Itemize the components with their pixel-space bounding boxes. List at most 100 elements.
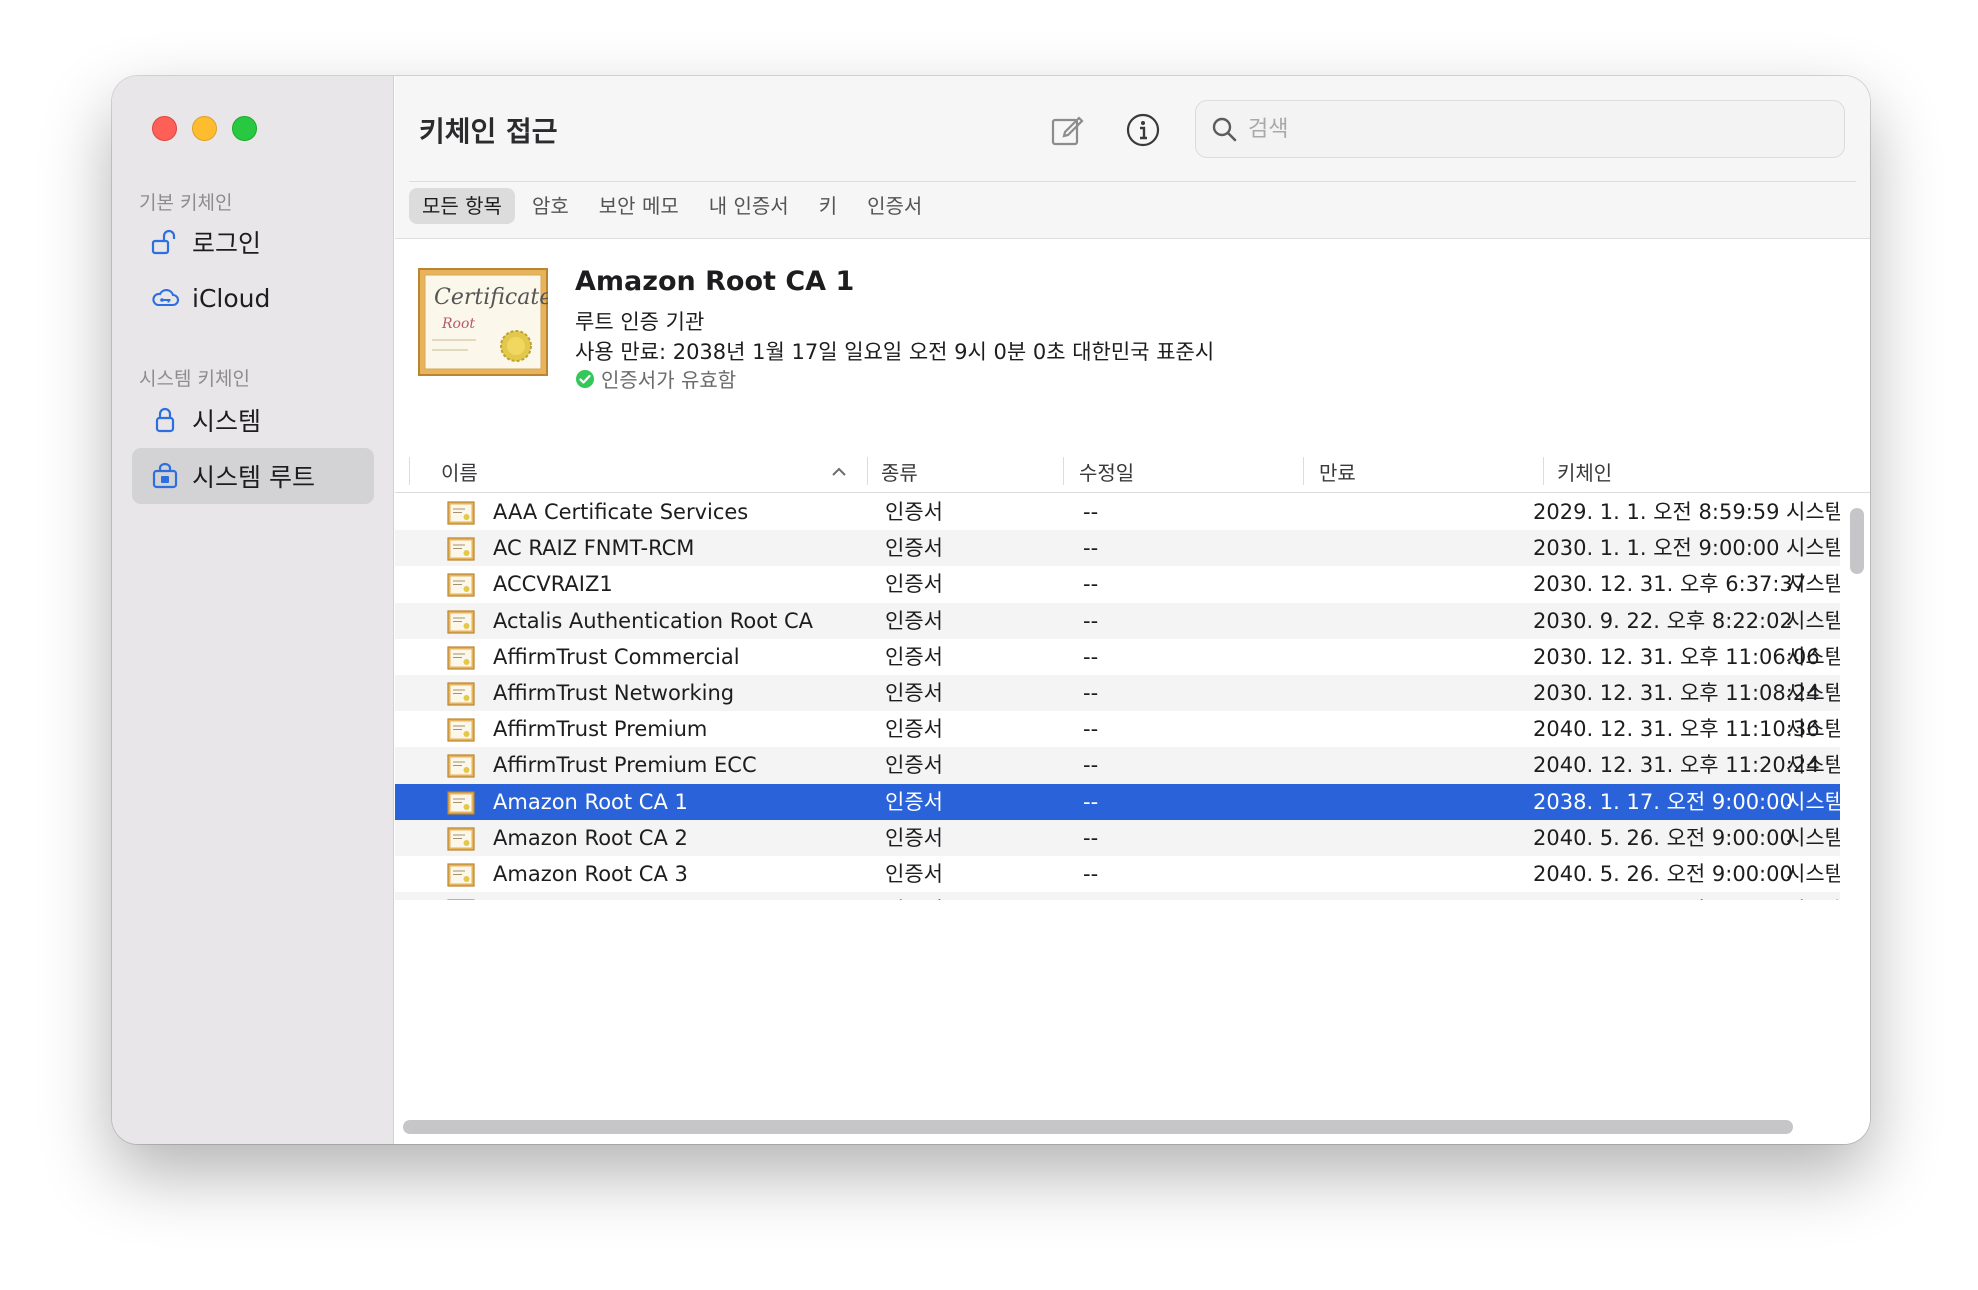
- locked-briefcase-icon: [148, 459, 182, 493]
- close-button[interactable]: [152, 116, 177, 141]
- certificate-icon: [447, 609, 475, 634]
- column-header-kind[interactable]: 종류: [881, 449, 918, 493]
- certificate-icon: [447, 826, 475, 851]
- sidebar-item-label: iCloud: [192, 283, 271, 313]
- sort-ascending-icon[interactable]: [828, 461, 850, 483]
- cell-name: AffirmTrust Commercial: [493, 644, 740, 669]
- table-row[interactable]: Amazon Root CA 1 인증서 -- 2038. 1. 17. 오전 9:0…: [395, 783, 1840, 820]
- tab-secure-notes[interactable]: 보안 메모: [586, 188, 692, 224]
- cell-modified: --: [1083, 825, 1099, 850]
- certificate-icon: [447, 500, 475, 525]
- sidebar-item-login[interactable]: 로그인: [132, 214, 374, 270]
- table-row[interactable]: Amazon Root CA 3 인증서 -- 2040. 5. 26. 오전 9:0…: [395, 856, 1840, 892]
- cell-keychain: 시스템 루트: [1786, 753, 1840, 778]
- cell-keychain: 시스템 루트: [1786, 500, 1840, 524]
- search-field[interactable]: [1195, 100, 1845, 158]
- certificate-icon: [447, 862, 475, 887]
- tab-passwords[interactable]: 암호: [519, 188, 582, 224]
- certificate-icon: [447, 536, 475, 561]
- table-row[interactable]: AC RAIZ FNMT-RCM 인증서 -- 2030. 1. 1. 오전 9:00…: [395, 530, 1840, 567]
- cell-modified: --: [1083, 680, 1099, 705]
- cell-expires: 2030. 9. 22. 오후 8:22:02: [1533, 608, 1793, 633]
- cell-modified: --: [1083, 789, 1099, 814]
- cell-modified: --: [1083, 861, 1099, 886]
- toolbar: 키체인 접근 모든 항목 암호 보안 메모 내 인증서 키 인증서: [395, 76, 1870, 239]
- certificate-icon: [447, 790, 475, 815]
- minimize-button[interactable]: [192, 116, 217, 141]
- certificate-kind: 루트 인증 기관: [575, 310, 705, 334]
- toolbar-divider: [409, 181, 1856, 182]
- cell-name: Actalis Authentication Root CA: [493, 608, 814, 633]
- cell-name: Amazon Root CA 4: [493, 892, 688, 900]
- cell-modified: --: [1083, 892, 1098, 900]
- vertical-scrollbar[interactable]: [1850, 508, 1864, 574]
- table-row[interactable]: AffirmTrust Premium 인증서 -- 2040. 12. 31. 오후…: [395, 711, 1840, 747]
- cell-keychain: 시스템 루트: [1786, 861, 1840, 886]
- column-header-modified[interactable]: 수정일: [1079, 449, 1134, 493]
- info-button[interactable]: [1121, 108, 1165, 152]
- cell-expires: 2029. 1. 1. 오전 8:59:59: [1533, 500, 1780, 524]
- cell-kind: 인증서: [885, 644, 943, 669]
- column-header-name[interactable]: 이름: [441, 449, 478, 493]
- cell-expires: 2040. 5. 26. 오전 9:00:00: [1533, 892, 1793, 900]
- cell-expires: 2040. 5. 26. 오전 9:00:00: [1533, 861, 1793, 886]
- cell-expires: 2040. 5. 26. 오전 9:00:00: [1533, 825, 1793, 850]
- sidebar-item-label: 로그인: [192, 229, 262, 258]
- horizontal-scrollbar[interactable]: [403, 1120, 1793, 1134]
- column-separator[interactable]: [1543, 457, 1544, 485]
- table-row[interactable]: Amazon Root CA 2 인증서 -- 2040. 5. 26. 오전 9:0…: [395, 819, 1840, 856]
- column-separator[interactable]: [1063, 457, 1064, 485]
- table-row[interactable]: Actalis Authentication Root CA 인증서 -- 2030.…: [395, 602, 1840, 639]
- table-row[interactable]: Amazon Root CA 4 인증서 -- 2040. 5. 26. 오전 9:0…: [395, 892, 1840, 900]
- cell-kind: 인증서: [885, 500, 943, 524]
- cell-name: AffirmTrust Premium: [493, 717, 708, 742]
- category-tabs: 모든 항목 암호 보안 메모 내 인증서 키 인증서: [409, 188, 935, 224]
- certificate-icon: Certificate Root: [418, 268, 552, 376]
- main-pane: 키체인 접근 모든 항목 암호 보안 메모 내 인증서 키 인증서: [395, 76, 1870, 1144]
- certificate-icon: [447, 681, 475, 706]
- certificate-icon: [447, 898, 475, 900]
- table-header: 이름 종류 수정일 만료 키체인: [395, 449, 1870, 493]
- column-header-keychain[interactable]: 키체인: [1557, 449, 1612, 493]
- unlocked-padlock-icon: [148, 225, 182, 259]
- tab-my-certificates[interactable]: 내 인증서: [696, 188, 802, 224]
- icloud-icon: [148, 281, 182, 315]
- cell-expires: 2040. 12. 31. 오후 11:10:36: [1533, 717, 1820, 742]
- sidebar-item-system[interactable]: 시스템: [132, 392, 374, 448]
- cell-kind: 인증서: [885, 717, 943, 742]
- svg-text:Root: Root: [441, 316, 475, 332]
- tab-certificates[interactable]: 인증서: [854, 188, 935, 224]
- tab-keys[interactable]: 키: [806, 188, 850, 224]
- cell-kind: 인증서: [885, 680, 943, 705]
- certificate-expiry: 사용 만료: 2038년 1월 17일 일요일 오전 9시 0분 0초 대한민국…: [575, 340, 1215, 364]
- column-header-expires[interactable]: 만료: [1319, 449, 1356, 493]
- new-item-button[interactable]: [1045, 108, 1089, 152]
- column-separator[interactable]: [1303, 457, 1304, 485]
- tab-all-items[interactable]: 모든 항목: [409, 188, 515, 224]
- cell-keychain: 시스템 루트: [1786, 608, 1840, 633]
- cell-modified: --: [1083, 717, 1099, 742]
- cell-modified: --: [1083, 572, 1099, 597]
- table-row[interactable]: ACCVRAIZ1 인증서 -- 2030. 12. 31. 오후 6:37:37 시스…: [395, 566, 1840, 602]
- certificate-status: 인증서가 유효함: [575, 364, 736, 393]
- sidebar-item-icloud[interactable]: iCloud: [132, 270, 374, 326]
- cell-kind: 인증서: [885, 825, 943, 850]
- table-row[interactable]: AffirmTrust Networking 인증서 -- 2030. 12. 31.…: [395, 674, 1840, 712]
- table-row[interactable]: AffirmTrust Premium ECC 인증서 -- 2040. 12. 31…: [395, 747, 1840, 784]
- column-separator[interactable]: [867, 457, 868, 485]
- cell-expires: 2030. 1. 1. 오전 9:00:00: [1533, 536, 1780, 561]
- cell-modified: --: [1083, 536, 1099, 561]
- zoom-button[interactable]: [232, 116, 257, 141]
- certificate-icon: [447, 717, 475, 742]
- table-row[interactable]: AAA Certificate Services 인증서 -- 2029. 1. 1.…: [395, 494, 1840, 530]
- column-separator: [409, 457, 410, 485]
- sidebar-item-system-root[interactable]: 시스템 루트: [132, 448, 374, 504]
- cell-keychain: 시스템 루트: [1786, 717, 1840, 742]
- table-row[interactable]: AffirmTrust Commercial 인증서 -- 2030. 12. 31.…: [395, 639, 1840, 675]
- cell-expires: 2038. 1. 17. 오전 9:00:00: [1533, 789, 1793, 814]
- certificate-icon: [447, 645, 475, 670]
- cell-modified: --: [1083, 753, 1099, 778]
- sidebar: 기본 키체인 로그인 iCloud 시스템 키체인 시스템 시스템 루트: [112, 76, 394, 1144]
- search-input[interactable]: [1248, 116, 1808, 142]
- cell-keychain: 시스템 루트: [1786, 789, 1840, 814]
